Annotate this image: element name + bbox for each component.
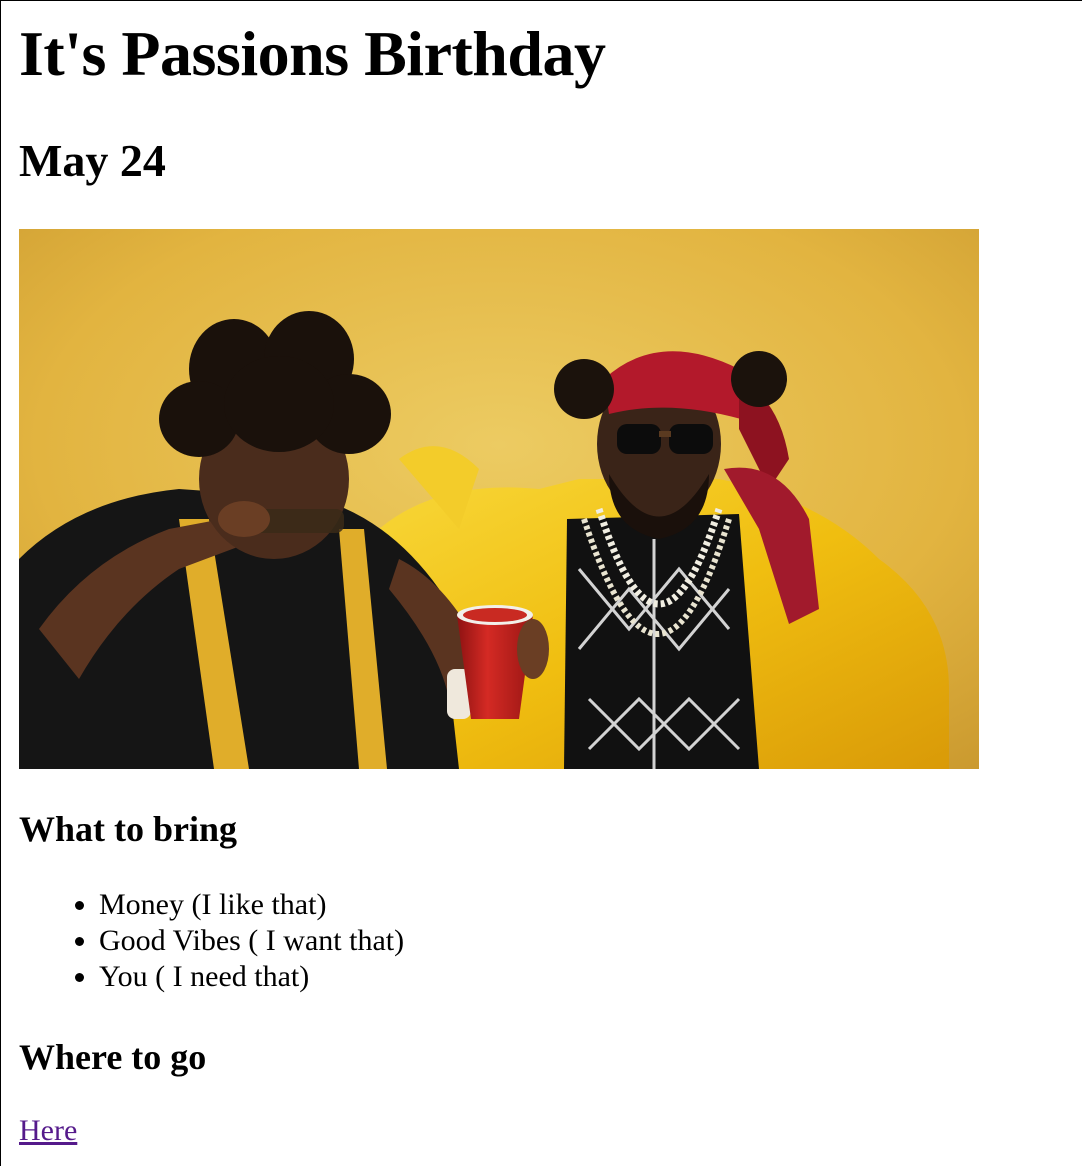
- list-item: Good Vibes ( I want that): [99, 923, 404, 959]
- where-to-go-heading: Where to go: [19, 1037, 207, 1077]
- event-date: May 24: [19, 135, 166, 186]
- page-title: It's Passions Birthday: [19, 18, 606, 89]
- list-item: You ( I need that): [99, 959, 404, 995]
- here-link[interactable]: Here: [19, 1113, 77, 1149]
- party-photo: [19, 229, 979, 769]
- page: It's Passions Birthday May 24 What to br…: [19, 1, 1082, 1166]
- bring-list: Money (I like that) Good Vibes ( I want …: [19, 887, 404, 995]
- list-item: Money (I like that): [99, 887, 404, 923]
- what-to-bring-heading: What to bring: [19, 809, 238, 849]
